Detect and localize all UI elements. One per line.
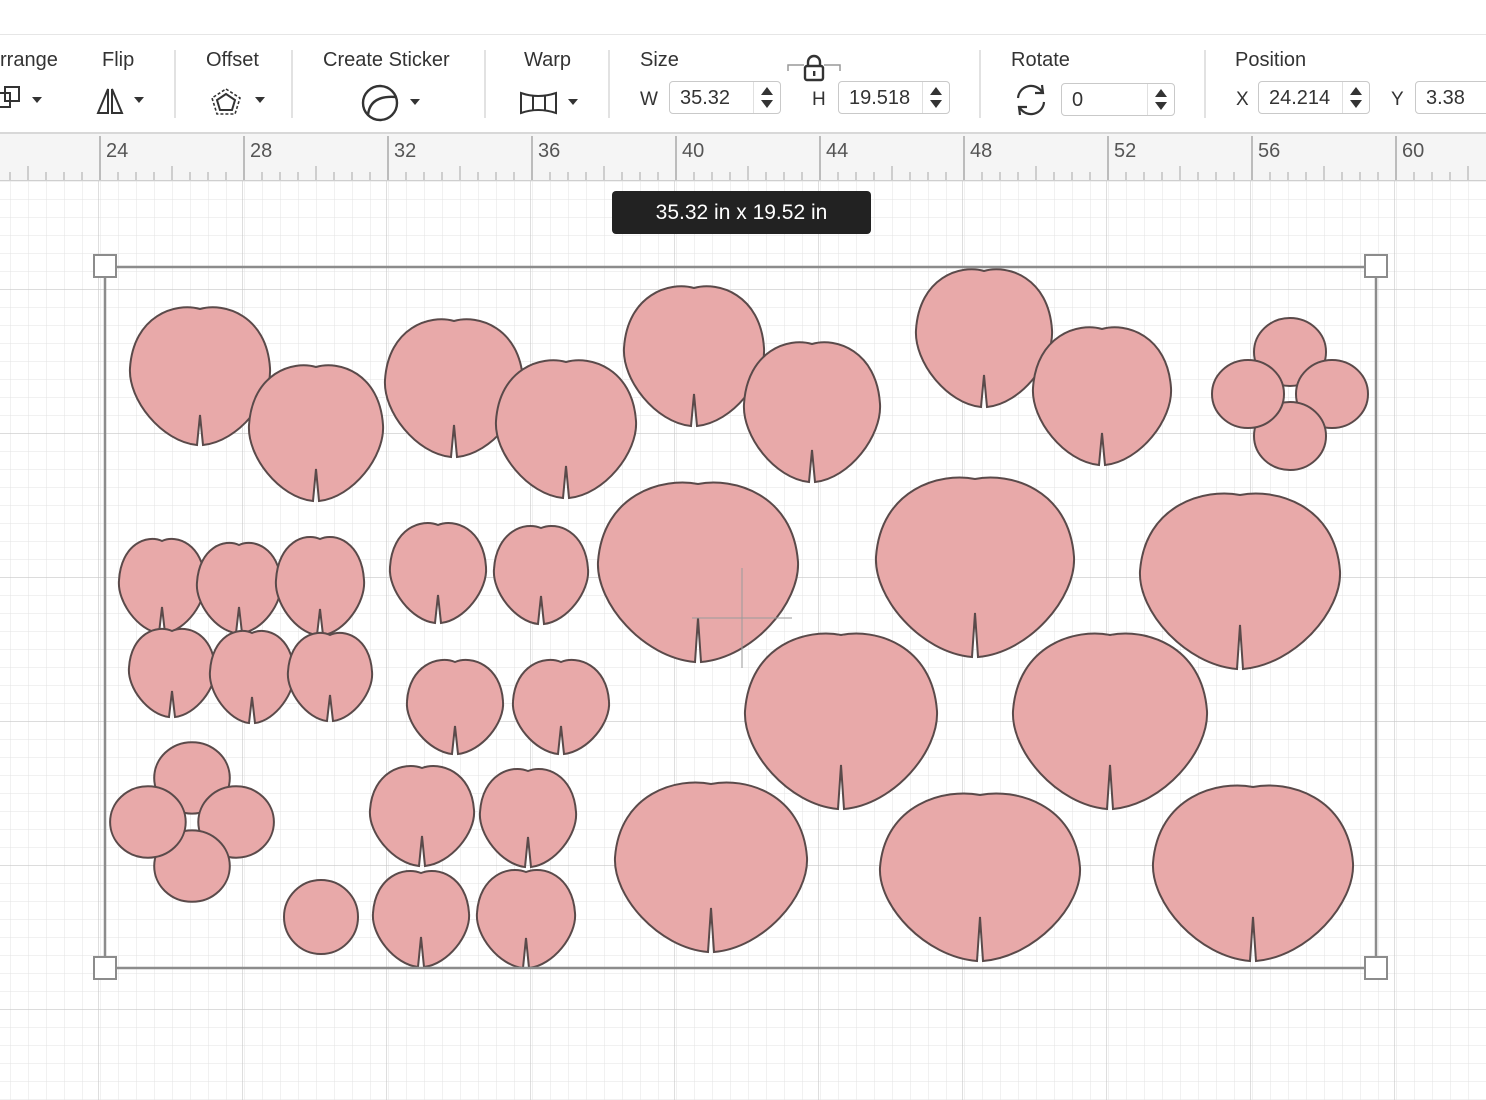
x-label: X: [1236, 89, 1249, 110]
rotate-input[interactable]: 0: [1061, 83, 1175, 116]
height-stepper-icon[interactable]: [922, 82, 949, 113]
horizontal-ruler: 24 28 32 36 40 44 48 52 56 60: [0, 134, 1486, 181]
ruler-tick-label: 28: [250, 140, 273, 162]
rotate-icon[interactable]: [1012, 81, 1050, 119]
flip-icon: [96, 88, 144, 114]
toolbar-divider: [608, 50, 610, 118]
top-strip: [0, 0, 1486, 35]
flip-label: Flip: [102, 49, 135, 71]
sticker-icon: [361, 84, 420, 122]
ruler-tick-label: 36: [538, 140, 561, 162]
create-sticker-group[interactable]: Create Sticker: [322, 35, 462, 132]
warp-icon: [520, 91, 578, 115]
width-input[interactable]: 35.32: [669, 81, 781, 114]
toolbar-divider: [979, 50, 981, 118]
ruler-tick-label: 40: [682, 140, 705, 162]
rotate-label: Rotate: [1011, 49, 1070, 71]
ruler-tick-label: 44: [826, 140, 849, 162]
toolbar-divider: [174, 50, 176, 118]
create-sticker-label: Create Sticker: [323, 49, 450, 71]
ruler-tick-label: 52: [1114, 140, 1137, 162]
height-input[interactable]: 19.518: [838, 81, 950, 114]
height-label: H: [812, 89, 826, 110]
toolbar-divider: [484, 50, 486, 118]
position-label: Position: [1235, 49, 1307, 71]
warp-group[interactable]: Warp: [518, 35, 588, 132]
flower-shape-lobe[interactable]: [109, 785, 187, 859]
height-value: 19.518: [849, 87, 911, 109]
arrange-label: rrange: [0, 49, 58, 71]
selection-handle-bottom-right[interactable]: [1364, 956, 1388, 980]
rotate-stepper-icon[interactable]: [1147, 84, 1174, 115]
selection-handle-top-left[interactable]: [93, 254, 117, 278]
ruler-tick-label: 56: [1258, 140, 1281, 162]
width-label: W: [640, 89, 658, 110]
selection-handle-top-right[interactable]: [1364, 254, 1388, 278]
flip-group[interactable]: Flip: [94, 35, 154, 132]
toolbar-divider: [291, 50, 293, 118]
y-label: Y: [1391, 89, 1404, 110]
warp-label: Warp: [524, 49, 572, 71]
size-label: Size: [640, 49, 679, 71]
lock-icon[interactable]: [786, 53, 842, 83]
ruler-tick-label: 24: [106, 140, 129, 162]
ruler-tick-label: 48: [970, 140, 993, 162]
rotate-value: 0: [1072, 89, 1084, 111]
ruler-tick-label: 32: [394, 140, 417, 162]
x-position-input[interactable]: 24.214: [1258, 81, 1370, 114]
ruler-tick-label: 60: [1402, 140, 1425, 162]
offset-label: Offset: [206, 49, 259, 71]
width-stepper-icon[interactable]: [753, 82, 780, 113]
y-position-input[interactable]: 3.38: [1415, 81, 1486, 114]
flower-shape-lobe[interactable]: [1211, 359, 1285, 429]
y-position-value: 3.38: [1426, 87, 1465, 109]
circle-shape[interactable]: [283, 879, 359, 955]
offset-icon: [211, 88, 265, 115]
arrange-group[interactable]: rrange: [0, 35, 70, 132]
dimensions-tooltip: 35.32 in x 19.52 in: [612, 191, 871, 234]
selection-handle-bottom-left[interactable]: [93, 956, 117, 980]
design-canvas[interactable]: [0, 181, 1486, 1100]
toolbar: rrange Flip Offset Create Sticker Warp S…: [0, 35, 1486, 134]
x-position-value: 24.214: [1269, 87, 1331, 109]
arrange-icon: [0, 86, 42, 108]
offset-group[interactable]: Offset: [204, 35, 274, 132]
toolbar-divider: [1204, 50, 1206, 118]
width-value: 35.32: [680, 87, 731, 109]
canvas-svg[interactable]: [0, 181, 1486, 1100]
x-stepper-icon[interactable]: [1342, 82, 1369, 113]
